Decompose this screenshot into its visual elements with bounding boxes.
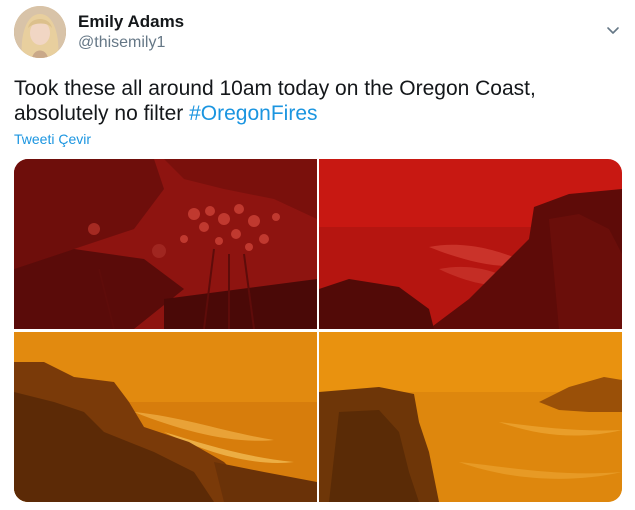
photo-orange-cliff-sea[interactable] <box>319 332 622 502</box>
author-handle[interactable]: @thisemily1 <box>78 34 165 52</box>
avatar[interactable] <box>14 6 66 58</box>
tweet-card: Emily Adams @thisemily1 Took these all a… <box>0 0 635 510</box>
chevron-down-icon[interactable] <box>605 22 621 38</box>
photo-red-cliff-sea[interactable] <box>319 159 622 329</box>
author-name[interactable]: Emily Adams <box>78 12 184 32</box>
photo-red-flowers[interactable] <box>14 159 317 329</box>
tweet-text: Took these all around 10am today on the … <box>14 76 624 126</box>
translate-link[interactable]: Tweeti Çevir <box>14 131 91 147</box>
photo-grid <box>14 159 622 502</box>
photo-orange-rocks-surf[interactable] <box>14 332 317 502</box>
hashtag-link[interactable]: #OregonFires <box>189 102 317 125</box>
